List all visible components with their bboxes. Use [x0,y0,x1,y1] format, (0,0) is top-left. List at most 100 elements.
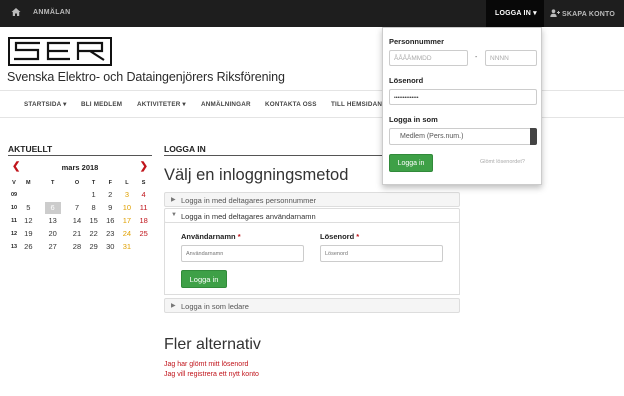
dd-password-input[interactable]: •••••••••••••• [389,89,537,105]
calendar-week-row: 11 12 13 14 15 16 17 18 [8,214,152,227]
dd-nnnn-input[interactable]: NNNN [485,50,537,66]
login-submit-button[interactable]: Logga in [181,270,227,288]
calendar-day[interactable]: 16 [102,214,119,227]
calendar-week-row: 12 19 20 21 22 23 24 25 [8,227,152,240]
calendar-day[interactable]: 5 [20,201,37,214]
skapa-konto-label: SKAPA KONTO [562,11,616,18]
password-input[interactable] [320,245,443,262]
top-navbar: ANMÄLAN LOGGA IN ▾ SKAPA KONTO [0,0,624,27]
calendar-day[interactable]: 12 [20,214,37,227]
calendar-day[interactable]: 13 [37,214,69,227]
week-number: 10 [10,204,18,211]
skapa-konto-link[interactable]: SKAPA KONTO [550,9,615,18]
login-dropdown-menu: Personnummer ÅÅÅÅMMDD - NNNN Lösenord ••… [382,27,542,185]
logga-in-dropdown-toggle[interactable]: LOGGA IN ▾ [486,0,544,27]
accordion-username[interactable]: ▼ Logga in med deltagares användarnamn [164,208,460,223]
nav-bli-medlem[interactable]: BLI MEDLEM [81,101,122,108]
user-plus-icon [550,9,560,17]
calendar-header: ❮ mars 2018 ❯ [8,161,152,175]
calendar-day[interactable]: 15 [85,214,102,227]
calendar-day[interactable]: 24 [119,227,136,240]
dd-login-as-select[interactable]: Medlem (Pers.num.) [389,128,537,145]
week-number: 09 [10,191,18,198]
calendar-day [37,188,69,201]
weekday-header: F [108,180,112,186]
calendar-day[interactable]: 26 [20,240,37,253]
username-label: Användarnamn * [181,232,241,241]
calendar-day[interactable]: 25 [135,227,152,240]
aktuellt-heading: AKTUELLT [8,144,53,154]
calendar-day[interactable]: 17 [119,214,136,227]
calendar-day[interactable]: 7 [69,201,86,214]
nav-kontakta-oss[interactable]: KONTAKTA OSS [265,101,317,108]
calendar-day[interactable]: 23 [102,227,119,240]
weekday-header: O [74,180,80,186]
select-arrow-icon [530,128,537,145]
calendar-day[interactable]: 3 [119,188,136,201]
accordion-username-label: Logga in med deltagares användarnamn [181,212,316,221]
calendar-day[interactable]: 2 [102,188,119,201]
caret-right-icon: ▶ [171,197,176,203]
calendar-day[interactable]: 8 [85,201,102,214]
dd-forgot-password-link[interactable]: Glömt lösenordet? [480,159,525,165]
weekday-header: T [50,180,55,186]
calendar-day[interactable]: 11 [135,201,152,214]
calendar-day[interactable]: 30 [102,240,119,253]
home-icon[interactable] [11,7,21,17]
dd-personnummer-label: Personnummer [389,37,445,46]
calendar-day[interactable]: 9 [102,201,119,214]
accordion-personnummer[interactable]: ▶ Logga in med deltagares personnummer [164,192,460,207]
calendar-day[interactable]: 19 [20,227,37,240]
calendar-day[interactable]: 28 [69,240,86,253]
weekday-header: V [12,180,16,186]
calendar-day[interactable]: 27 [37,240,69,253]
caret-right-icon: ▶ [171,303,176,309]
dd-password-label: Lösenord [389,76,424,85]
password-label: Lösenord * [320,232,360,241]
accordion-personnummer-label: Logga in med deltagares personnummer [181,196,317,205]
login-heading: LOGGA IN [164,144,206,154]
weekday-header: L [125,180,129,186]
nav-aktiviteter[interactable]: AKTIVITETER ▾ [137,101,186,108]
weekday-header: T [91,180,96,186]
calendar-day[interactable]: 31 [119,240,136,253]
calendar-day[interactable]: 1 [85,188,102,201]
calendar-day[interactable]: 4 [135,188,152,201]
calendar-day[interactable]: 20 [37,227,69,240]
alternatives-heading: Fler alternativ [164,336,261,353]
week-number: 12 [10,230,18,237]
calendar-day [69,188,86,201]
forgot-password-link[interactable]: Jag har glömt mitt lösenord [164,361,248,368]
username-input[interactable] [181,245,304,262]
aktuellt-divider [8,155,152,156]
week-number: 13 [10,243,18,250]
calendar-day[interactable]: 21 [69,227,86,240]
calendar-today[interactable]: 6 [44,201,61,214]
calendar-day[interactable]: 29 [85,240,102,253]
dd-login-as-value: Medlem (Pers.num.) [400,133,464,140]
calendar-day [135,240,152,253]
anmalan-link[interactable]: ANMÄLAN [33,9,70,16]
calendar-day[interactable]: 6 [37,201,69,214]
dd-login-button[interactable]: Logga in [389,154,433,172]
accordion-leader[interactable]: ▶ Logga in som ledare [164,298,460,313]
nav-startsida[interactable]: STARTSIDA ▾ [24,101,66,108]
nav-anmalningar[interactable]: ANMÄLNINGAR [201,101,251,108]
calendar-day[interactable]: 18 [135,214,152,227]
dd-login-as-label: Logga in som [389,115,438,124]
weekday-header: S [141,180,146,186]
logga-in-label: LOGGA IN ▾ [495,10,537,17]
dd-date-input[interactable]: ÅÅÅÅMMDD [389,50,468,66]
calendar-grid: V M T O T F L S 09 1 2 3 4 10 5 6 7 8 9 10 11 11 12 13 1… [8,178,152,253]
accordion-leader-label: Logga in som ledare [181,302,249,311]
week-number: 11 [11,217,17,224]
organization-name: Svenska Elektro- och Dataingenjörers Rik… [7,70,285,84]
calendar-day[interactable]: 10 [119,201,136,214]
calendar-day[interactable]: 14 [69,214,86,227]
calendar-day[interactable]: 22 [85,227,102,240]
ser-logo[interactable] [8,37,112,66]
calendar-next-icon[interactable]: ❯ [140,161,148,172]
calendar-week-row: 10 5 6 7 8 9 10 11 [8,201,152,214]
nav-till-hemsidan[interactable]: TILL HEMSIDAN [331,101,382,108]
register-account-link[interactable]: Jag vill registrera ett nytt konto [164,371,259,378]
